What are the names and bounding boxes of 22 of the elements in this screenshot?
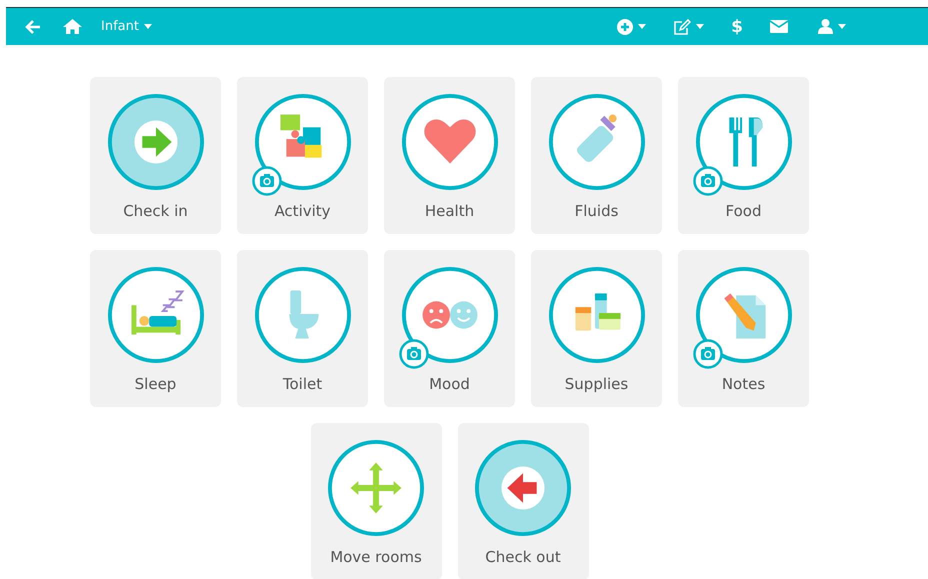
- tile-button[interactable]: Food: [678, 77, 809, 234]
- tile-button[interactable]: Move rooms: [310, 423, 442, 579]
- edit-button[interactable]: [673, 18, 704, 34]
- tile-button[interactable]: Supplies: [531, 250, 662, 407]
- mail-button[interactable]: [770, 20, 788, 33]
- add-button[interactable]: [617, 18, 646, 34]
- tile-button[interactable]: Check in: [90, 77, 221, 234]
- home-button[interactable]: [63, 19, 82, 34]
- caret-icon: [838, 24, 846, 29]
- tile-button[interactable]: Health: [384, 77, 515, 234]
- tile-button[interactable]: Toilet: [237, 250, 368, 407]
- caret-icon: [144, 24, 152, 29]
- user-button[interactable]: [818, 19, 846, 34]
- caret-icon: [638, 24, 646, 29]
- tile-button[interactable]: Activity: [237, 77, 368, 234]
- back-button[interactable]: [25, 20, 41, 34]
- tile-button[interactable]: Check out: [458, 423, 588, 579]
- caret-icon: [696, 24, 704, 29]
- tile-button[interactable]: Notes: [678, 250, 809, 407]
- tile-button[interactable]: Fluids: [531, 77, 662, 234]
- tile-button[interactable]: Mood: [384, 250, 515, 407]
- tile-button[interactable]: Sleep: [90, 250, 221, 407]
